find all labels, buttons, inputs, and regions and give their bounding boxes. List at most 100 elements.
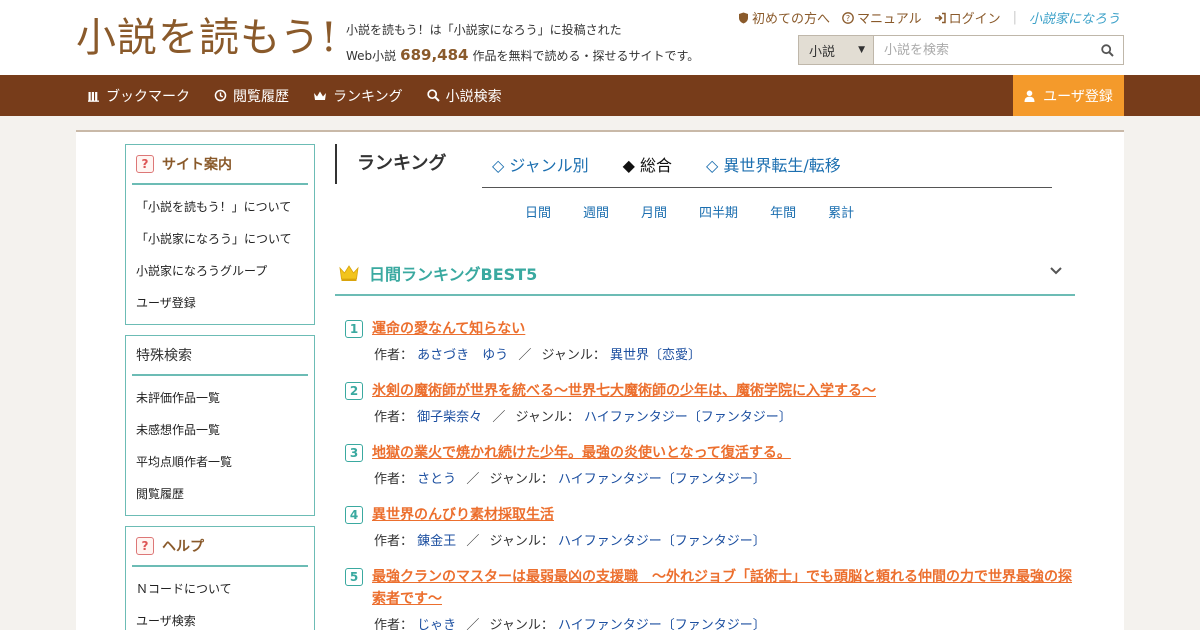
ranking-entry: 2 氷剣の魔術師が世界を統べる〜世界七大魔術師の少年は、魔術学院に入学する〜 作… <box>345 380 1075 425</box>
entry-title[interactable]: 異世界のんびり素材採取生活 <box>372 504 554 526</box>
period-yearly[interactable]: 年間 <box>770 202 796 221</box>
period-total[interactable]: 累計 <box>828 202 854 221</box>
period-weekly[interactable]: 週間 <box>583 202 609 221</box>
special-search-header: 特殊検索 <box>132 336 308 376</box>
register-button[interactable]: ユーザ登録 <box>1013 75 1124 116</box>
sidebar-item-avg-score-authors[interactable]: 平均点順作者一覧 <box>126 446 314 478</box>
entry-author[interactable]: 錬金王 <box>417 534 456 549</box>
top-links: 初めての方へ ? マニュアル ログイン | 小説家になろう <box>738 8 1120 27</box>
help-header: ? ヘルプ <box>132 527 308 567</box>
best5-title: 日間ランキングBEST5 <box>369 265 538 284</box>
sidebar-item-history[interactable]: 閲覧履歴 <box>126 478 314 510</box>
question-icon: ? <box>136 155 154 173</box>
site-tagline: 小説を読もう！は「小説家になろう」に投稿された Web小説 689,484 作品を無… <box>346 18 699 69</box>
nav-bookmark-label: ブックマーク <box>106 88 190 105</box>
search-category-select[interactable]: 小説 ▼ <box>799 36 874 64</box>
nav-search[interactable]: 小説検索 <box>426 86 502 106</box>
nav-search-label: 小説検索 <box>445 88 502 105</box>
site-guide-title: サイト案内 <box>162 157 232 173</box>
period-quarterly[interactable]: 四半期 <box>699 202 738 221</box>
help-box: ? ヘルプ Ｎコードについて ユーザ検索 <box>125 526 315 630</box>
sidebar-item-register[interactable]: ユーザ登録 <box>126 287 314 319</box>
entry-genre[interactable]: ハイファンタジー〔ファンタジー〕 <box>558 534 766 549</box>
search-input[interactable] <box>874 36 1091 64</box>
genre-label: ジャンル： <box>489 618 554 630</box>
entry-title[interactable]: 氷剣の魔術師が世界を統べる〜世界七大魔術師の少年は、魔術学院に入学する〜 <box>372 380 876 402</box>
ranking-entry: 4 異世界のんびり素材採取生活 作者： 錬金王 ／ ジャンル： ハイファンタジー… <box>345 504 1075 549</box>
ranking-tabs: ◇ ジャンル別 ◆ 総合 ◇ 異世界転生/転移 <box>492 152 841 176</box>
site-logo[interactable]: 小説を読もう! <box>76 12 338 64</box>
best5-header[interactable]: 日間ランキングBEST5 <box>335 252 1075 296</box>
tab-genre[interactable]: ◇ ジャンル別 <box>492 152 589 176</box>
ranking-heading: ランキング <box>335 144 446 184</box>
meta-separator: ／ <box>466 472 480 487</box>
search-category-value: 小説 <box>809 44 836 60</box>
entry-author[interactable]: じゃき <box>417 618 456 630</box>
period-monthly[interactable]: 月間 <box>641 202 667 221</box>
author-label: 作者： <box>374 410 414 425</box>
crown-icon <box>314 91 326 100</box>
author-label: 作者： <box>374 618 414 630</box>
genre-label: ジャンル： <box>489 534 554 549</box>
question-icon: ? <box>842 11 854 24</box>
rank-number: 5 <box>345 568 363 586</box>
shield-icon <box>738 12 748 23</box>
rank-number: 3 <box>345 444 363 462</box>
meta-separator: ／ <box>518 348 532 363</box>
site-guide-header: ? サイト案内 <box>132 145 308 185</box>
entry-genre[interactable]: ハイファンタジー〔ファンタジー〕 <box>558 472 766 487</box>
author-label: 作者： <box>374 534 414 549</box>
sidebar-item-ncode[interactable]: Ｎコードについて <box>126 573 314 605</box>
ranking-entry: 5 最強クランのマスターは最弱最凶の支援職 ～外れジョブ「話術士」でも頭脳と頼れ… <box>345 566 1075 630</box>
login-icon <box>934 12 946 23</box>
question-icon: ? <box>136 537 154 555</box>
main-container: ? サイト案内 「小説を読もう！」について 「小説家になろう」について 小説家に… <box>76 130 1124 630</box>
site-guide-box: ? サイト案内 「小説を読もう！」について 「小説家になろう」について 小説家に… <box>125 144 315 325</box>
entry-author[interactable]: 御子柴奈々 <box>417 410 482 425</box>
nav-history-label: 閲覧履歴 <box>233 88 289 105</box>
entry-title[interactable]: 地獄の業火で焼かれ続けた少年。最強の炎使いとなって復活する。 <box>372 442 791 464</box>
meta-separator: ／ <box>466 534 480 549</box>
sidebar-item-user-search[interactable]: ユーザ検索 <box>126 605 314 630</box>
tagline-prefix: Web小説 <box>346 49 397 63</box>
sidebar-item-narou-group[interactable]: 小説家になろうグループ <box>126 255 314 287</box>
main-nav: ブックマーク 閲覧履歴 ランキング 小説検索 ユーザ登録 <box>0 75 1200 116</box>
rank-number: 1 <box>345 320 363 338</box>
entry-title[interactable]: 最強クランのマスターは最弱最凶の支援職 ～外れジョブ「話術士」でも頭脳と頼れる仲… <box>372 566 1075 610</box>
sidebar-item-about-yomou[interactable]: 「小説を読もう！」について <box>126 191 314 223</box>
link-login[interactable]: ログイン <box>934 8 1001 27</box>
entry-genre[interactable]: ハイファンタジー〔ファンタジー〕 <box>584 410 792 425</box>
nav-ranking-label: ランキング <box>333 88 403 105</box>
nav-bookmark[interactable]: ブックマーク <box>88 86 190 106</box>
tagline-line1: 小説を読もう！は「小説家になろう」に投稿された <box>346 23 622 37</box>
author-label: 作者： <box>374 348 414 363</box>
tab-isekai[interactable]: ◇ 異世界転生/転移 <box>706 152 841 176</box>
search-box: 小説 ▼ <box>798 35 1124 65</box>
search-button[interactable] <box>1091 36 1123 64</box>
crown-icon <box>339 265 359 281</box>
nav-ranking[interactable]: ランキング <box>313 86 403 106</box>
help-title: ヘルプ <box>162 539 204 555</box>
entry-genre[interactable]: 異世界〔恋愛〕 <box>610 348 701 363</box>
period-daily[interactable]: 日間 <box>525 202 551 221</box>
tagline-suffix: 作品を無料で読める・探せるサイトです。 <box>472 49 700 63</box>
work-count: 689,484 <box>400 46 469 64</box>
entry-author[interactable]: さとう <box>417 472 456 487</box>
search-icon <box>1100 43 1114 57</box>
tab-overall[interactable]: ◆ 総合 <box>623 152 672 176</box>
sidebar-item-about-narou[interactable]: 「小説家になろう」について <box>126 223 314 255</box>
link-beginners[interactable]: 初めての方へ <box>738 8 830 27</box>
link-manual[interactable]: ? マニュアル <box>842 8 922 27</box>
history-icon <box>214 89 227 102</box>
caret-down-icon: ▼ <box>858 45 865 55</box>
genre-label: ジャンル： <box>515 410 580 425</box>
rank-number: 2 <box>345 382 363 400</box>
nav-history[interactable]: 閲覧履歴 <box>214 86 289 106</box>
entry-author[interactable]: あさづき ゆう <box>417 348 508 363</box>
entry-genre[interactable]: ハイファンタジー〔ファンタジー〕 <box>558 618 766 630</box>
sidebar-item-unrated[interactable]: 未評価作品一覧 <box>126 382 314 414</box>
narou-logo-link[interactable]: 小説家になろう <box>1029 8 1120 27</box>
entry-title[interactable]: 運命の愛なんて知らない <box>372 318 525 340</box>
sidebar-item-no-impressions[interactable]: 未感想作品一覧 <box>126 414 314 446</box>
site-header: 小説を読もう! 小説を読もう！は「小説家になろう」に投稿された Web小説 689… <box>0 0 1200 75</box>
